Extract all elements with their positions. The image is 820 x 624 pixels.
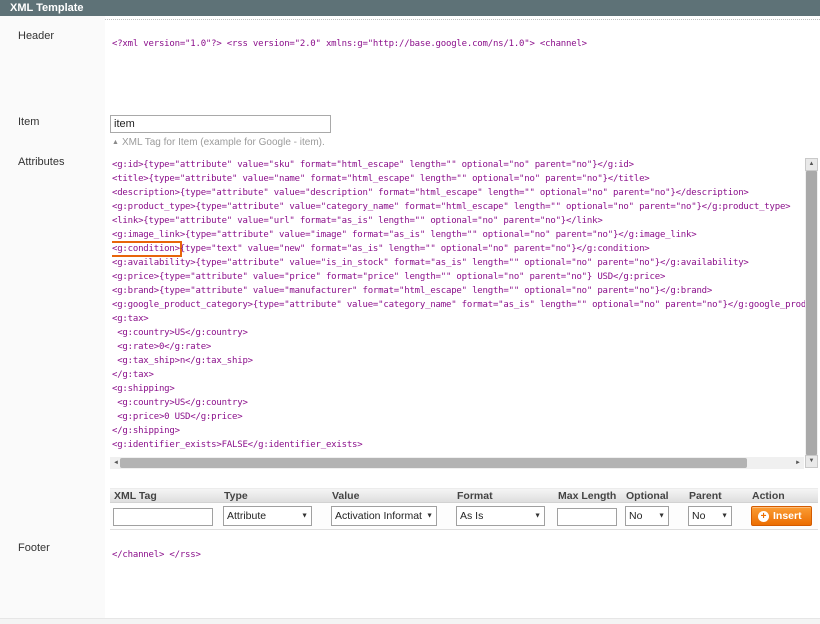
format-select[interactable]: As Is <box>456 506 545 526</box>
scroll-up-arrow-icon[interactable]: ▲ <box>805 158 818 171</box>
item-note: ▲XML Tag for Item (example for Google - … <box>112 137 325 148</box>
attributes-label: Attributes <box>18 156 64 168</box>
col-header-type: Type <box>220 489 328 502</box>
footer-label: Footer <box>18 542 50 554</box>
col-header-parent: Parent <box>685 489 748 502</box>
header-code-textarea[interactable]: <?xml version="1.0"?> <rss version="2.0"… <box>112 37 812 97</box>
optional-select[interactable]: No <box>625 506 669 526</box>
attributes-code[interactable]: <g:id>{type="attribute" value="sku" form… <box>112 158 805 455</box>
note-triangle-icon: ▲ <box>112 139 119 146</box>
col-header-xml-tag: XML Tag <box>110 489 220 502</box>
attribute-table: XML Tag Type Value Format Max Length Opt… <box>110 488 818 530</box>
attribute-table-row: Attribute Activation Informatio As Is No… <box>110 503 818 530</box>
col-header-optional: Optional <box>622 489 685 502</box>
insert-button-label: Insert <box>773 510 802 522</box>
page-title: XML Template <box>0 0 820 16</box>
scroll-down-arrow-icon[interactable]: ▼ <box>805 455 818 468</box>
dotted-divider <box>0 19 820 20</box>
max-length-input[interactable] <box>557 508 617 526</box>
label-column <box>0 16 105 618</box>
vertical-scroll-thumb[interactable] <box>806 171 817 455</box>
footer-code-textarea[interactable]: </channel> </rss> <box>112 548 812 588</box>
col-header-format: Format <box>453 489 554 502</box>
parent-select[interactable]: No <box>688 506 732 526</box>
col-header-action: Action <box>748 489 818 502</box>
section-title-bar: XML Template <box>0 0 820 16</box>
vertical-scrollbar[interactable]: ▲ ▼ <box>805 158 818 468</box>
item-input[interactable] <box>110 115 331 133</box>
type-select[interactable]: Attribute <box>223 506 312 526</box>
col-header-value: Value <box>328 489 453 502</box>
scroll-right-arrow-icon[interactable]: ► <box>792 457 804 469</box>
xml-template-page: XML Template Header <?xml version="1.0"?… <box>0 0 820 624</box>
horizontal-scrollbar[interactable]: ◄ ► <box>110 457 804 469</box>
xml-tag-input[interactable] <box>113 508 213 526</box>
header-label: Header <box>18 30 54 42</box>
attribute-table-header: XML Tag Type Value Format Max Length Opt… <box>110 488 818 503</box>
insert-button[interactable]: + Insert <box>751 506 812 526</box>
value-select[interactable]: Activation Informatio <box>331 506 437 526</box>
condition-highlight-box: <g:condition> <box>112 241 182 257</box>
bottom-strip <box>0 618 820 624</box>
item-label: Item <box>18 116 39 128</box>
col-header-max-length: Max Length <box>554 489 622 502</box>
plus-icon: + <box>758 511 769 522</box>
item-note-text: XML Tag for Item (example for Google - i… <box>122 137 325 148</box>
horizontal-scroll-thumb[interactable] <box>120 458 747 468</box>
